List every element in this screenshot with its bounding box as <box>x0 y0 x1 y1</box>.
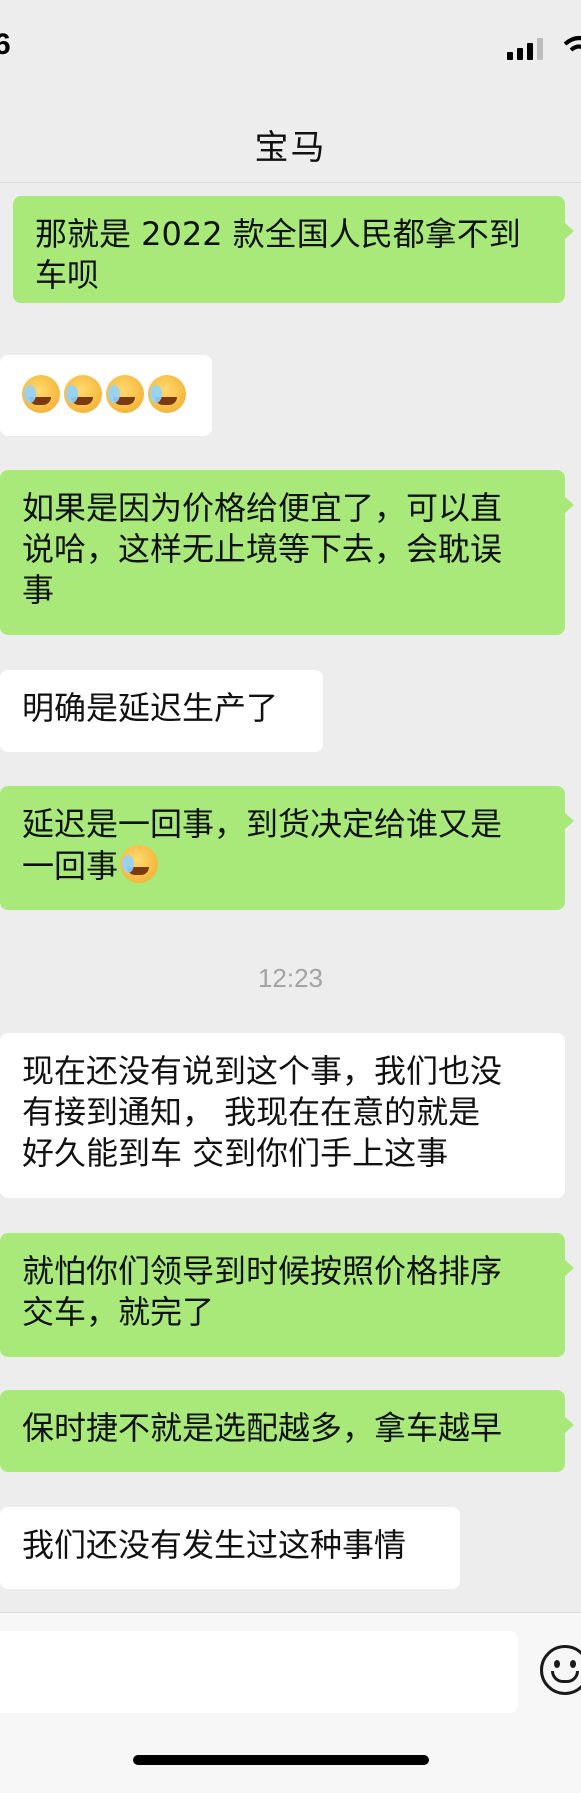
message-bubble-incoming[interactable]: 现在还没有说到这个事，我们也没 有接到通知， 我现在在意的就是 好久能到车 交到… <box>0 1033 565 1198</box>
status-bar: 6 <box>0 0 581 100</box>
message-text-part: 延迟是一回事，到货决定给谁又是 一回事 <box>22 805 503 885</box>
navigation-bar: 宝马 <box>0 100 581 183</box>
laughing-crying-emoji-icon <box>64 375 102 413</box>
chat-area[interactable]: 那就是 2022 款全国人民都拿不到 车呗 如果是因为价格给便宜了，可以直 说哈… <box>0 183 581 1613</box>
message-text: 明确是延迟生产了 <box>22 689 279 727</box>
smiley-face-icon[interactable] <box>540 1645 581 1695</box>
laughing-crying-emoji-icon <box>148 375 186 413</box>
message-text: 那就是 2022 款全国人民都拿不到 车呗 <box>35 215 521 294</box>
message-text: 如果是因为价格给便宜了，可以直 说哈，这样无止境等下去，会耽误 事 <box>22 489 503 609</box>
chat-title: 宝马 <box>254 128 327 168</box>
laughing-crying-emoji-icon <box>120 845 159 883</box>
message-bubble-outgoing[interactable]: 如果是因为价格给便宜了，可以直 说哈，这样无止境等下去，会耽误 事 <box>0 470 574 635</box>
message-bubble-outgoing[interactable]: 就怕你们领导到时候按照价格排序 交车，就完了 <box>0 1233 574 1357</box>
message-text: 就怕你们领导到时候按照价格排序 交车，就完了 <box>22 1252 503 1331</box>
message-bubble-outgoing[interactable]: 保时捷不就是选配越多，拿车越早 <box>0 1390 574 1472</box>
message-text: 我们还没有发生过这种事情 <box>22 1526 407 1564</box>
laughing-crying-emoji-icon <box>106 375 144 413</box>
message-bubble-incoming[interactable] <box>0 355 212 436</box>
message-text: 保时捷不就是选配越多，拿车越早 <box>22 1409 503 1447</box>
message-text: 延迟是一回事，到货决定给谁又是 一回事 <box>22 804 543 887</box>
status-time: 6 <box>0 28 11 61</box>
cellular-signal-icon <box>507 38 547 60</box>
message-bubble-outgoing[interactable]: 那就是 2022 款全国人民都拿不到 车呗 <box>13 196 574 303</box>
home-indicator[interactable] <box>133 1755 429 1765</box>
laughing-crying-emoji-icon <box>22 375 60 413</box>
message-bubble-outgoing[interactable]: 延迟是一回事，到货决定给谁又是 一回事 <box>0 786 574 910</box>
message-bubble-incoming[interactable]: 我们还没有发生过这种事情 <box>0 1507 460 1589</box>
message-text: 现在还没有说到这个事，我们也没 有接到通知， 我现在在意的就是 好久能到车 交到… <box>22 1052 503 1172</box>
message-timestamp: 12:23 <box>257 963 324 993</box>
input-bar <box>0 1612 581 1793</box>
wifi-icon <box>563 36 581 52</box>
message-input[interactable] <box>0 1631 518 1713</box>
message-bubble-incoming[interactable]: 明确是延迟生产了 <box>0 670 323 752</box>
